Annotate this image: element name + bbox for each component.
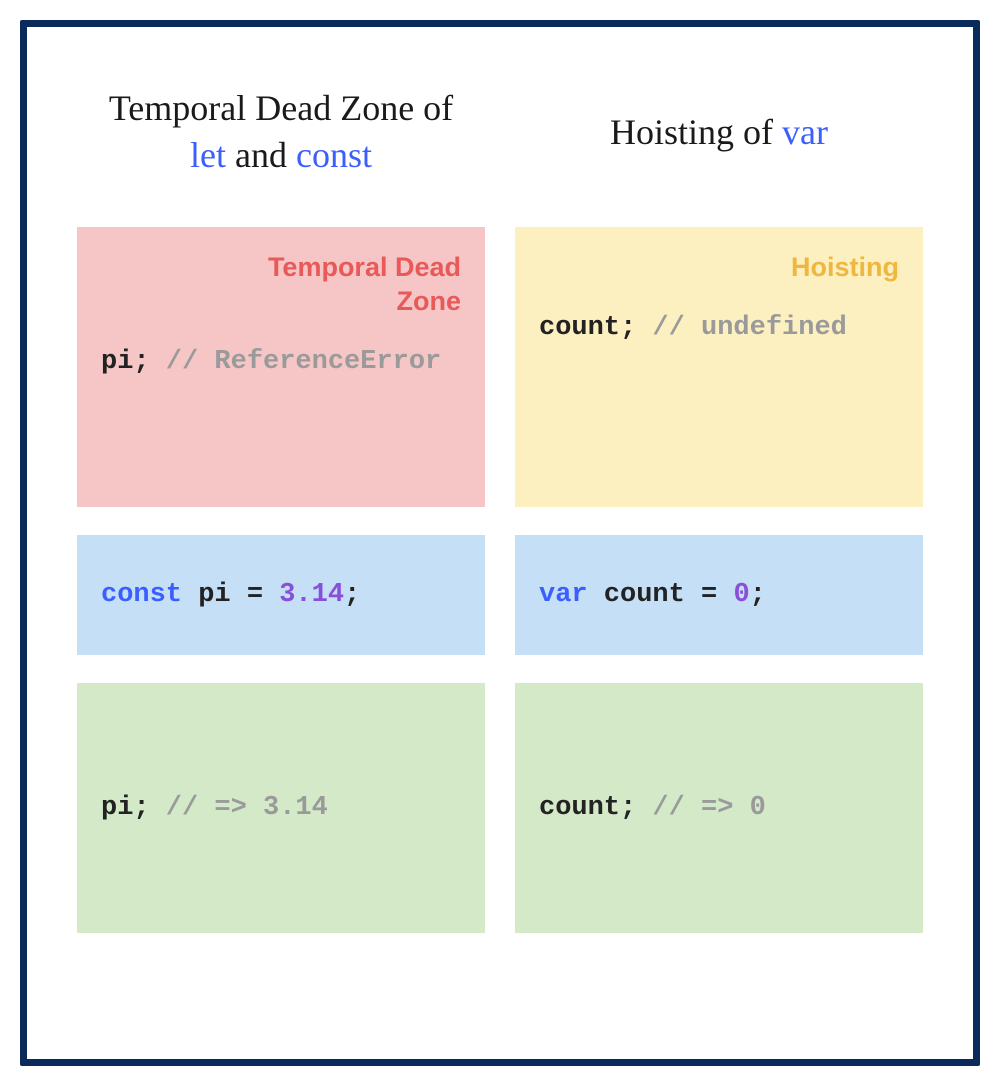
code-line: pi; // => 3.14: [101, 793, 328, 823]
diagram-frame: Temporal Dead Zone of let and const Temp…: [20, 20, 980, 1066]
hoisting-after-box: count; // => 0: [515, 683, 923, 933]
code-identifier: count;: [539, 793, 636, 823]
code-comment: // => 0: [636, 793, 766, 823]
title-text: Hoisting of: [610, 112, 782, 152]
code-identifier: count;: [539, 313, 636, 343]
keyword-const: const: [296, 135, 372, 175]
code-comment: // undefined: [636, 313, 847, 343]
hoisting-label: Hoisting: [539, 251, 899, 285]
right-column: Hoisting of var Hoisting count; // undef…: [515, 77, 923, 1019]
code-comment: // ReferenceError: [150, 347, 442, 377]
code-comment: // => 3.14: [150, 793, 328, 823]
left-title: Temporal Dead Zone of let and const: [77, 77, 485, 187]
title-text: and: [235, 135, 296, 175]
tdz-before-box: Temporal DeadZone pi; // ReferenceError: [77, 227, 485, 507]
code-line: var count = 0;: [539, 580, 766, 610]
code-punct: ;: [344, 580, 360, 610]
left-column: Temporal Dead Zone of let and const Temp…: [77, 77, 485, 1019]
tdz-label: Temporal DeadZone: [101, 251, 461, 319]
keyword-var: var: [782, 112, 828, 152]
code-line: pi; // ReferenceError: [101, 347, 461, 377]
code-punct: ;: [750, 580, 766, 610]
columns-container: Temporal Dead Zone of let and const Temp…: [77, 77, 923, 1019]
code-line: count; // => 0: [539, 793, 766, 823]
hoisting-before-box: Hoisting count; // undefined: [515, 227, 923, 507]
tdz-after-box: pi; // => 3.14: [77, 683, 485, 933]
code-number: 3.14: [279, 580, 344, 610]
title-text: Temporal Dead Zone of: [109, 88, 453, 128]
code-identifier: count =: [588, 580, 734, 610]
code-keyword: var: [539, 580, 588, 610]
code-identifier: pi;: [101, 347, 150, 377]
code-identifier: pi;: [101, 793, 150, 823]
tdz-declaration-box: const pi = 3.14;: [77, 535, 485, 655]
right-title: Hoisting of var: [515, 77, 923, 187]
code-keyword: const: [101, 580, 182, 610]
hoisting-declaration-box: var count = 0;: [515, 535, 923, 655]
code-line: count; // undefined: [539, 313, 899, 343]
code-number: 0: [733, 580, 749, 610]
code-line: const pi = 3.14;: [101, 580, 360, 610]
code-identifier: pi =: [182, 580, 279, 610]
keyword-let: let: [190, 135, 226, 175]
